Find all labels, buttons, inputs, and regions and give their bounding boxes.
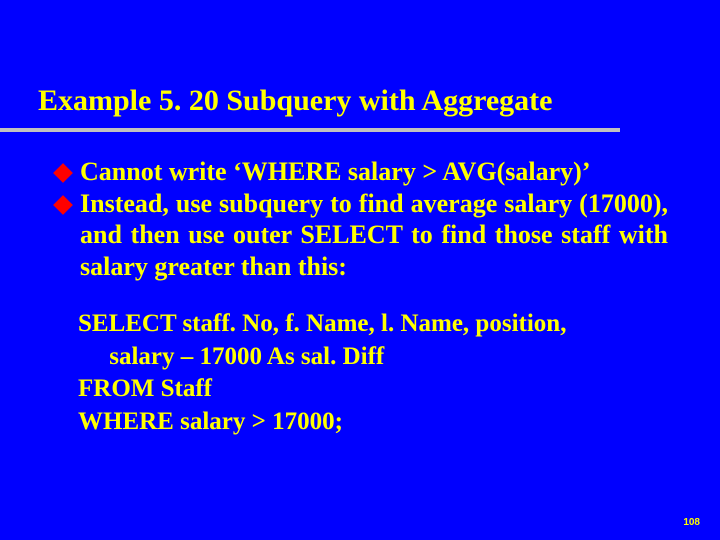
code-block: SELECT staff. No, f. Name, l. Name, posi… [78,308,660,438]
list-item: Instead, use subquery to find average sa… [56,188,668,283]
code-line: salary – 17000 As sal. Diff [78,341,660,374]
code-line: FROM Staff [78,373,660,406]
bullet-list: Cannot write ‘WHERE salary > AVG(salary)… [56,156,668,283]
title-region: Example 5. 20 Subquery with Aggregate [38,84,690,117]
title-underline [0,128,620,132]
diamond-bullet-icon [53,195,73,215]
slide-title: Example 5. 20 Subquery with Aggregate [38,84,690,117]
slide: Example 5. 20 Subquery with Aggregate Ca… [0,0,720,540]
code-line: WHERE salary > 17000; [78,406,660,439]
page-number: 108 [683,517,700,528]
diamond-bullet-icon [53,163,73,183]
bullet-text: Instead, use subquery to find average sa… [80,188,668,283]
code-line: SELECT staff. No, f. Name, l. Name, posi… [78,308,660,341]
bullet-text: Cannot write ‘WHERE salary > AVG(salary)… [80,156,668,188]
list-item: Cannot write ‘WHERE salary > AVG(salary)… [56,156,668,188]
